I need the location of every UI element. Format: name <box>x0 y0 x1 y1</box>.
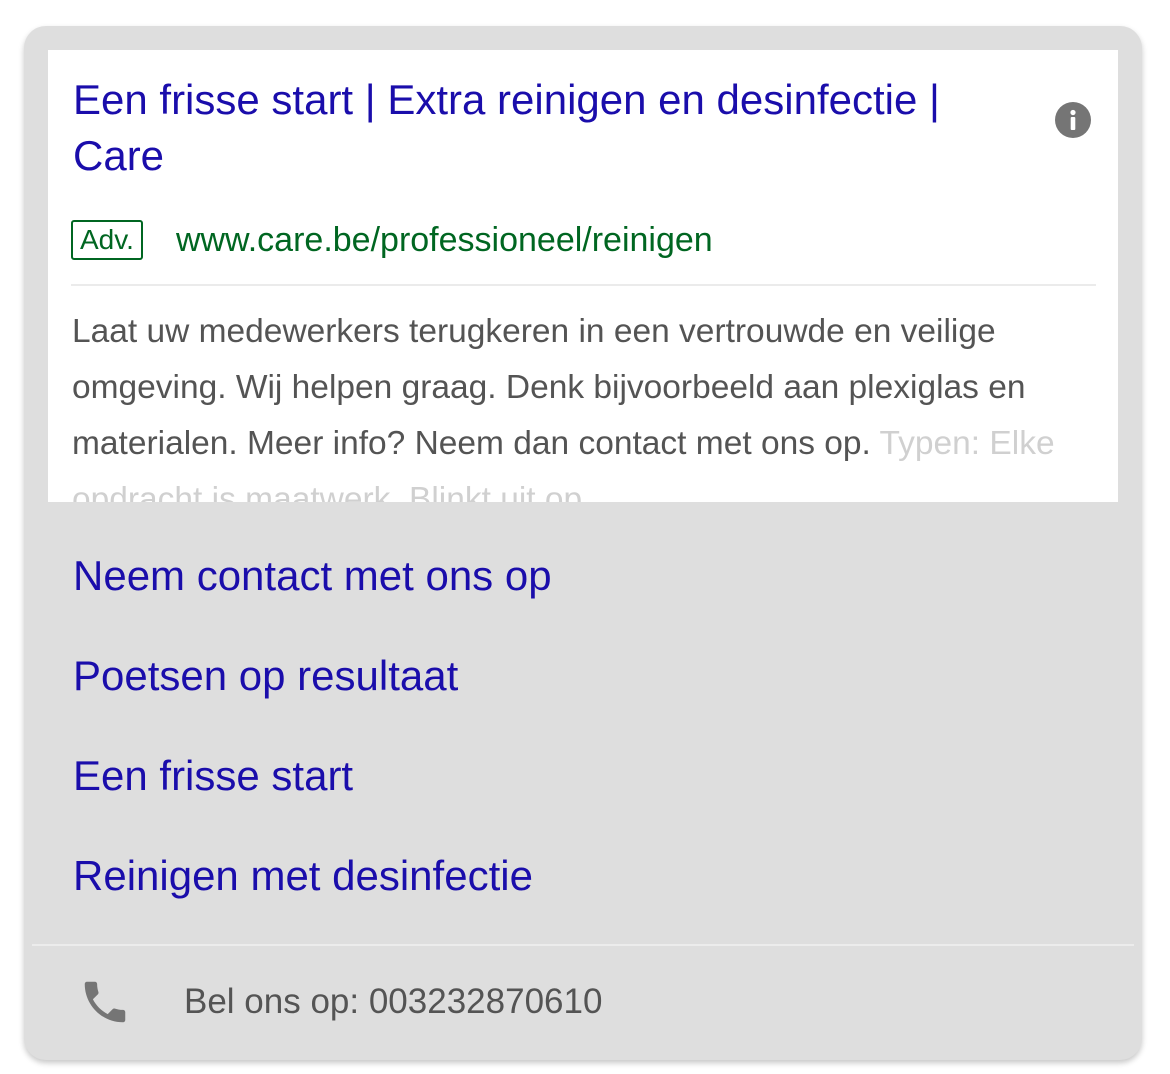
ad-headline-link[interactable]: Een frisse start | Extra reinigen en des… <box>73 72 1013 184</box>
phone-icon <box>78 975 132 1029</box>
ad-badge: Adv. <box>71 220 143 260</box>
ad-display-url[interactable]: www.care.be/professioneel/reinigen <box>176 219 713 261</box>
search-ad-card: Een frisse start | Extra reinigen en des… <box>24 26 1142 1060</box>
ad-description: Laat uw medewerkers terugkeren in een ve… <box>72 304 1102 502</box>
call-extension[interactable]: Bel ons op: 003232870610 <box>78 974 602 1030</box>
sitelink-contact[interactable]: Neem contact met ons op <box>73 546 1073 646</box>
sitelink-reinigen[interactable]: Reinigen met desinfectie <box>73 846 1073 946</box>
call-divider <box>32 944 1134 946</box>
call-text: Bel ons op: 003232870610 <box>184 982 603 1021</box>
sitelink-frisse-start[interactable]: Een frisse start <box>73 746 1073 846</box>
ad-main-block: Een frisse start | Extra reinigen en des… <box>48 50 1118 502</box>
sitelinks-list: Neem contact met ons op Poetsen op resul… <box>73 546 1073 946</box>
ad-url-row: Adv. www.care.be/professioneel/reinigen <box>71 219 713 261</box>
sitelink-poetsen[interactable]: Poetsen op resultaat <box>73 646 1073 746</box>
info-icon[interactable] <box>1055 102 1091 138</box>
ad-divider <box>71 284 1096 286</box>
